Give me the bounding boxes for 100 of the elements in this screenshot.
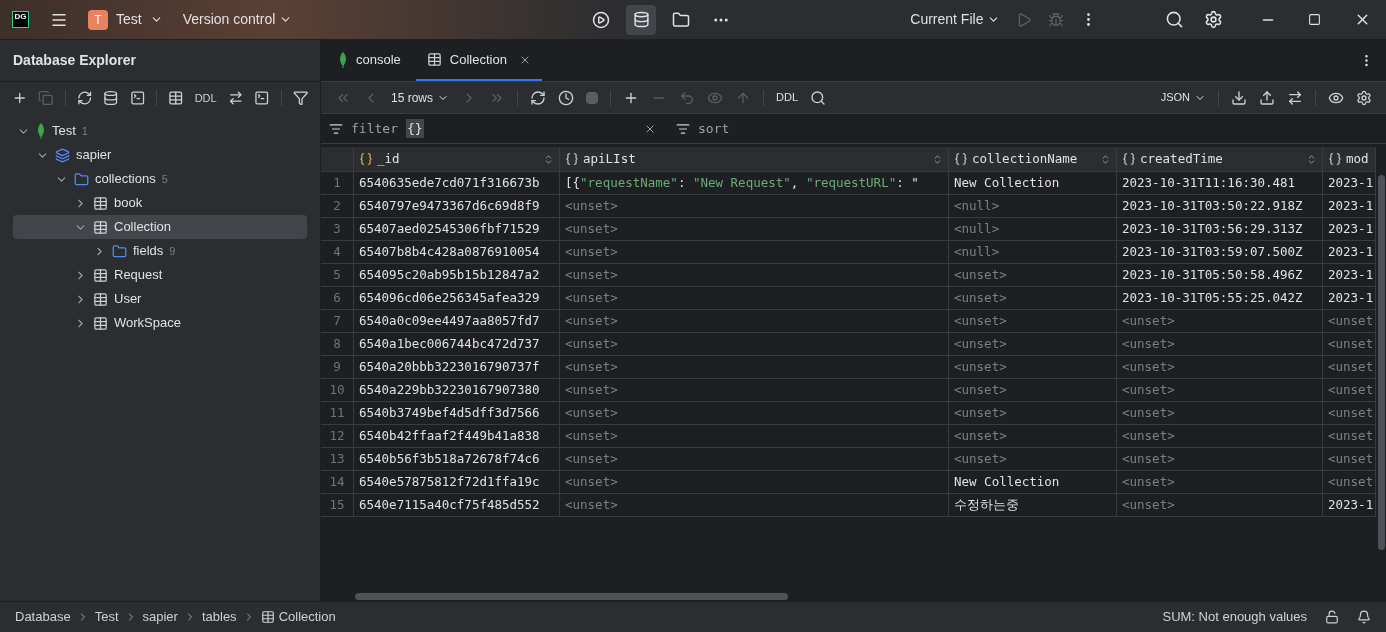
tree-item[interactable]: Test 1 bbox=[13, 119, 307, 143]
database-settings-icon[interactable] bbox=[103, 90, 119, 106]
table-cell: 6540b56f3b518a72678f74c6 bbox=[354, 448, 560, 471]
sort-icon[interactable] bbox=[676, 121, 690, 136]
table-cell: 65407b8b4c428a0876910054 bbox=[354, 241, 560, 264]
horizontal-scrollbar[interactable] bbox=[355, 592, 788, 600]
ddl-button[interactable]: DDL bbox=[776, 89, 799, 106]
table-cell: 2023-1 bbox=[1323, 195, 1376, 218]
table-cell: <unset bbox=[1323, 379, 1376, 402]
database-button[interactable] bbox=[626, 4, 657, 35]
row-number: 14 bbox=[321, 471, 354, 494]
table-cell: New Collection bbox=[949, 471, 1117, 494]
table-cell: <unset> bbox=[560, 448, 949, 471]
table-icon bbox=[93, 291, 108, 307]
tree-label: Collection bbox=[114, 218, 172, 237]
filter-icon[interactable] bbox=[292, 90, 308, 106]
refresh-icon[interactable] bbox=[530, 89, 547, 106]
table-cell: <unset> bbox=[949, 425, 1117, 448]
table-cell: <unset> bbox=[560, 241, 949, 264]
breadcrumb[interactable]: Database bbox=[15, 607, 71, 627]
breadcrumb[interactable]: sapier bbox=[142, 607, 178, 627]
leaf-icon bbox=[338, 51, 348, 68]
table-cell: <unset> bbox=[949, 379, 1117, 402]
row-number: 7 bbox=[321, 310, 354, 333]
search-icon[interactable] bbox=[810, 89, 827, 106]
column-header[interactable]: apiLIst bbox=[560, 147, 949, 172]
terminal-icon[interactable] bbox=[129, 90, 146, 106]
breadcrumb[interactable]: Collection bbox=[278, 607, 336, 627]
add-icon[interactable] bbox=[12, 90, 28, 106]
row-number: 15 bbox=[321, 494, 354, 517]
search-icon[interactable] bbox=[1165, 10, 1185, 29]
table-cell: <unset> bbox=[1117, 333, 1323, 356]
refresh-icon[interactable] bbox=[76, 90, 93, 106]
table-cell: 2023-10-31T03:50:22.918Z bbox=[1117, 195, 1323, 218]
compare-icon[interactable] bbox=[227, 90, 244, 106]
compare-icon[interactable] bbox=[1287, 89, 1303, 106]
table-cell: <unset> bbox=[1117, 425, 1323, 448]
lock-icon[interactable] bbox=[1325, 610, 1339, 624]
filter-label: filter bbox=[351, 119, 398, 138]
tree-item[interactable]: fields 9 bbox=[13, 239, 307, 263]
app-logo[interactable]: DG bbox=[12, 11, 29, 28]
table-cell: <unset> bbox=[949, 264, 1117, 287]
column-header[interactable]: collectionName bbox=[949, 147, 1117, 172]
breadcrumb[interactable]: tables bbox=[201, 607, 237, 627]
table-cell: <unset> bbox=[560, 195, 949, 218]
table-cell: <unset> bbox=[560, 471, 949, 494]
settings-icon[interactable] bbox=[1356, 89, 1372, 106]
tree-item[interactable]: sapier bbox=[13, 143, 307, 167]
bell-icon[interactable] bbox=[1357, 610, 1371, 624]
row-number: 9 bbox=[321, 356, 354, 379]
breadcrumb[interactable]: Test bbox=[94, 607, 119, 627]
table-cell: 6540e7115a40cf75f485d552 bbox=[354, 494, 560, 517]
folder-icon bbox=[74, 171, 89, 187]
table-icon[interactable] bbox=[168, 90, 184, 106]
filter-icon[interactable] bbox=[329, 121, 343, 136]
vcs-button[interactable]: Version control bbox=[182, 9, 293, 30]
tree-item[interactable]: collections 5 bbox=[13, 167, 307, 191]
download-icon[interactable] bbox=[1231, 89, 1247, 106]
maximize-icon[interactable] bbox=[1308, 13, 1322, 26]
column-header[interactable]: mod bbox=[1323, 147, 1376, 172]
braces-icon bbox=[1328, 152, 1342, 166]
table-cell: 6540b3749bef4d5dff3d7566 bbox=[354, 402, 560, 425]
format-dropdown[interactable]: JSON bbox=[1160, 89, 1206, 106]
settings-icon[interactable] bbox=[1204, 10, 1224, 29]
row-number: 8 bbox=[321, 333, 354, 356]
folder-icon[interactable] bbox=[672, 10, 691, 29]
filter-input[interactable]: {} bbox=[405, 118, 640, 139]
editor-tab[interactable]: console bbox=[327, 40, 416, 81]
table-icon bbox=[93, 315, 108, 331]
table-cell: 2023-1 bbox=[1323, 241, 1376, 264]
tree-item[interactable]: book bbox=[13, 191, 307, 215]
upload-icon[interactable] bbox=[1259, 89, 1275, 106]
table-cell: <unset bbox=[1323, 333, 1376, 356]
ddl-button[interactable]: DDL bbox=[194, 89, 217, 107]
run-services-icon[interactable] bbox=[592, 10, 611, 29]
table-icon bbox=[426, 52, 442, 67]
tree-item[interactable]: WorkSpace bbox=[13, 311, 307, 335]
tree-item[interactable]: Collection bbox=[13, 215, 307, 239]
console-icon[interactable] bbox=[254, 90, 270, 106]
table-cell: <null> bbox=[949, 218, 1117, 241]
tree-count: 9 bbox=[169, 243, 176, 259]
table-icon bbox=[93, 267, 108, 283]
sort-icon[interactable] bbox=[1306, 153, 1317, 165]
tree-item[interactable]: User bbox=[13, 287, 307, 311]
sort-icon[interactable] bbox=[1100, 153, 1111, 165]
tree-item[interactable]: Request bbox=[13, 263, 307, 287]
sort-icon[interactable] bbox=[543, 153, 554, 165]
run-config-button[interactable]: Current File bbox=[910, 9, 1001, 30]
row-number: 1 bbox=[321, 172, 354, 195]
sort-input[interactable]: sort bbox=[698, 118, 1378, 139]
clock-icon[interactable] bbox=[558, 89, 575, 106]
column-header[interactable]: _id bbox=[354, 147, 560, 172]
column-header[interactable]: createdTime bbox=[1117, 147, 1323, 172]
project-button[interactable]: T Test bbox=[88, 9, 163, 30]
table-cell: 2023-10-31T11:16:30.481 bbox=[1117, 172, 1323, 195]
table-cell: <unset> bbox=[949, 333, 1117, 356]
table-cell: <unset> bbox=[1117, 402, 1323, 425]
table-cell: 수정하는중 bbox=[949, 494, 1117, 517]
rows-dropdown[interactable]: 15 rows bbox=[391, 88, 450, 107]
sort-icon[interactable] bbox=[932, 153, 943, 165]
